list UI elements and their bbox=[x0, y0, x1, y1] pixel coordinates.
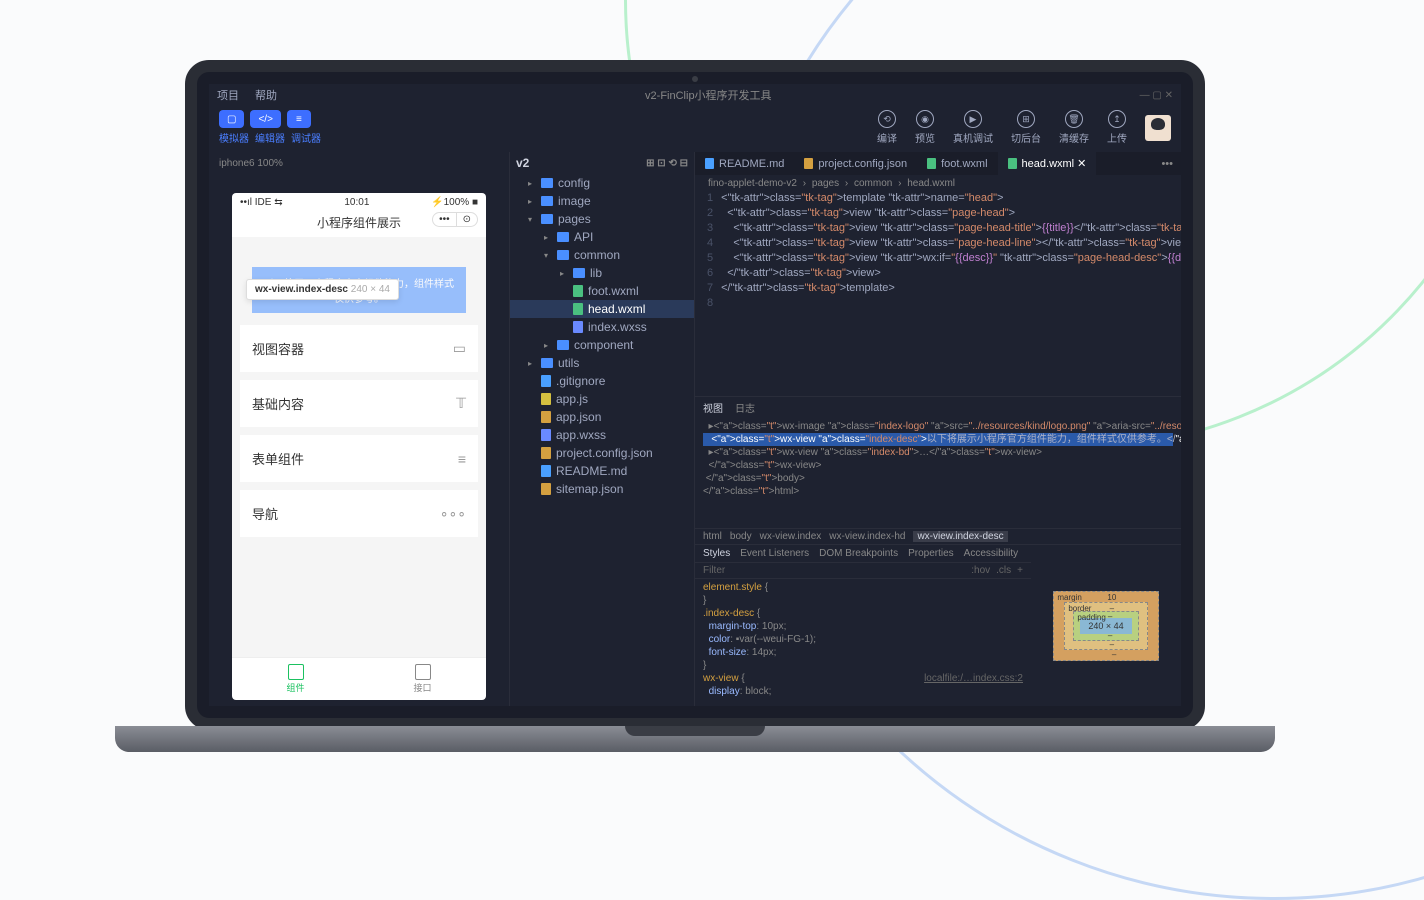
tree-item[interactable]: ▸lib bbox=[510, 264, 694, 282]
window-controls[interactable]: — ▢ ✕ bbox=[1140, 90, 1173, 101]
dom-crumb[interactable]: wx-view.index-hd bbox=[829, 531, 905, 542]
device-info: iphone6 100% bbox=[219, 158, 499, 169]
card-item[interactable]: 基础内容𝕋 bbox=[240, 380, 478, 427]
toolbar: ▢ </> ≡ 模拟器 编辑器 调试器 ⟲编译 ◉预览 ▶真机调试 ⊞切后台 🗑清缓存 ↥… bbox=[209, 106, 1181, 152]
toolbar-编译[interactable]: ⟲编译 bbox=[877, 110, 897, 145]
menu-project[interactable]: 项目 bbox=[217, 87, 239, 103]
toolbar-切后台[interactable]: ⊞切后台 bbox=[1011, 110, 1041, 145]
tab-组件[interactable]: 组件 bbox=[232, 658, 359, 700]
mode-debugger[interactable]: ≡ bbox=[287, 110, 311, 128]
css-rules[interactable]: element.style {}.index-desc {</span> mar… bbox=[695, 579, 1031, 706]
editor-tab[interactable]: foot.wxml bbox=[917, 153, 997, 175]
mode-debugger-label: 调试器 bbox=[291, 130, 321, 145]
simulator-panel: iphone6 100% ••ıl IDE ⇆ 10:01 ⚡100% ■ 小程… bbox=[209, 152, 509, 706]
menubar: 项目 帮助 v2-FinClip小程序开发工具 — ▢ ✕ bbox=[209, 84, 1181, 106]
devtools: 视图 日志 ▸<"a">class="t">wx-image "a">class… bbox=[695, 396, 1181, 706]
styles-tab[interactable]: Styles bbox=[703, 548, 730, 559]
inspect-tooltip: wx-view.index-desc 240 × 44 bbox=[246, 279, 399, 300]
ide-app: 项目 帮助 v2-FinClip小程序开发工具 — ▢ ✕ ▢ </> ≡ 模拟… bbox=[209, 84, 1181, 706]
phone-preview: ••ıl IDE ⇆ 10:01 ⚡100% ■ 小程序组件展示 •••⊙ wx… bbox=[232, 193, 486, 700]
tree-item[interactable]: ▾common bbox=[510, 246, 694, 264]
toolbar-上传[interactable]: ↥上传 bbox=[1107, 110, 1127, 145]
code-area[interactable]: 12345678 <"tk-attr">class="tk-tag">templ… bbox=[695, 192, 1181, 396]
laptop-frame: 项目 帮助 v2-FinClip小程序开发工具 — ▢ ✕ ▢ </> ≡ 模拟… bbox=[155, 60, 1235, 780]
explorer-actions[interactable]: ⊞ ⊡ ⟲ ⊟ bbox=[646, 158, 688, 169]
avatar[interactable] bbox=[1145, 115, 1171, 141]
tree-item[interactable]: ▸utils bbox=[510, 354, 694, 372]
tree-item[interactable]: ▸image bbox=[510, 192, 694, 210]
tree-item[interactable]: foot.wxml bbox=[510, 282, 694, 300]
tree-item[interactable]: sitemap.json bbox=[510, 480, 694, 498]
phone-tabbar: 组件接口 bbox=[232, 657, 486, 700]
tree-item[interactable]: ▾pages bbox=[510, 210, 694, 228]
file-explorer: v2 ⊞ ⊡ ⟲ ⊟ ▸config▸image▾pages▸API▾commo… bbox=[509, 152, 695, 706]
mode-editor-label: 编辑器 bbox=[255, 130, 285, 145]
dom-crumb[interactable]: wx-view.index bbox=[760, 531, 822, 542]
breadcrumbs[interactable]: fino-applet-demo-v2 › pages › common › h… bbox=[695, 175, 1181, 192]
toolbar-清缓存[interactable]: 🗑清缓存 bbox=[1059, 110, 1089, 145]
mode-editor[interactable]: </> bbox=[250, 110, 280, 128]
tree-item[interactable]: ▸API bbox=[510, 228, 694, 246]
editor-tab[interactable]: README.md bbox=[695, 153, 794, 175]
tree-item[interactable]: .gitignore bbox=[510, 372, 694, 390]
box-model: margin 10 border – padding – 240 × 4 bbox=[1031, 545, 1181, 706]
editor-tab[interactable]: project.config.json bbox=[794, 153, 917, 175]
mode-simulator-label: 模拟器 bbox=[219, 130, 249, 145]
tree-item[interactable]: app.js bbox=[510, 390, 694, 408]
tree-item[interactable]: README.md bbox=[510, 462, 694, 480]
tab-接口[interactable]: 接口 bbox=[359, 658, 486, 700]
phone-statusbar: ••ıl IDE ⇆ 10:01 ⚡100% ■ bbox=[232, 193, 486, 212]
dom-crumb[interactable]: wx-view.index-desc bbox=[913, 531, 1007, 542]
styles-tab[interactable]: DOM Breakpoints bbox=[819, 548, 898, 559]
tree-item[interactable]: ▸component bbox=[510, 336, 694, 354]
toolbar-预览[interactable]: ◉预览 bbox=[915, 110, 935, 145]
dom-breadcrumbs[interactable]: html body wx-view.index wx-view.index-hd wx-… bbox=[695, 528, 1181, 545]
styles-tab[interactable]: Accessibility bbox=[964, 548, 1018, 559]
toolbar-真机调试[interactable]: ▶真机调试 bbox=[953, 110, 993, 145]
camera-dot bbox=[692, 76, 698, 82]
dom-crumb[interactable]: body bbox=[730, 531, 752, 542]
capsule-button[interactable]: •••⊙ bbox=[432, 212, 478, 227]
phone-nav-title: 小程序组件展示 •••⊙ bbox=[232, 212, 486, 237]
window-title: v2-FinClip小程序开发工具 bbox=[293, 87, 1124, 103]
tabs-more[interactable]: ••• bbox=[1153, 158, 1181, 170]
laptop-base bbox=[115, 726, 1275, 752]
editor-panel: README.mdproject.config.jsonfoot.wxmlhea… bbox=[695, 152, 1181, 706]
styles-tab[interactable]: Properties bbox=[908, 548, 954, 559]
card-item[interactable]: 表单组件≡ bbox=[240, 435, 478, 482]
tree-item[interactable]: app.json bbox=[510, 408, 694, 426]
devtools-tabs[interactable]: 视图 日志 bbox=[695, 397, 1181, 418]
editor-tab[interactable]: head.wxml ✕ bbox=[998, 152, 1097, 175]
tree-item[interactable]: head.wxml bbox=[510, 300, 694, 318]
tree-item[interactable]: app.wxss bbox=[510, 426, 694, 444]
dom-crumb[interactable]: html bbox=[703, 531, 722, 542]
project-root[interactable]: v2 bbox=[516, 156, 529, 170]
tree-item[interactable]: index.wxss bbox=[510, 318, 694, 336]
dom-tree[interactable]: ▸<"a">class="t">wx-image "a">class="inde… bbox=[695, 418, 1181, 528]
card-item[interactable]: 导航∘∘∘ bbox=[240, 490, 478, 537]
card-item[interactable]: 视图容器▭ bbox=[240, 325, 478, 372]
tree-item[interactable]: project.config.json bbox=[510, 444, 694, 462]
mode-simulator[interactable]: ▢ bbox=[219, 110, 244, 128]
menu-help[interactable]: 帮助 bbox=[255, 87, 277, 103]
styles-tab[interactable]: Event Listeners bbox=[740, 548, 809, 559]
tree-item[interactable]: ▸config bbox=[510, 174, 694, 192]
editor-tabs: README.mdproject.config.jsonfoot.wxmlhea… bbox=[695, 152, 1181, 175]
styles-tabs[interactable]: Styles Event Listeners DOM Breakpoints Prop… bbox=[695, 545, 1031, 563]
styles-filter[interactable]: Filter :hov .cls + bbox=[695, 563, 1031, 579]
